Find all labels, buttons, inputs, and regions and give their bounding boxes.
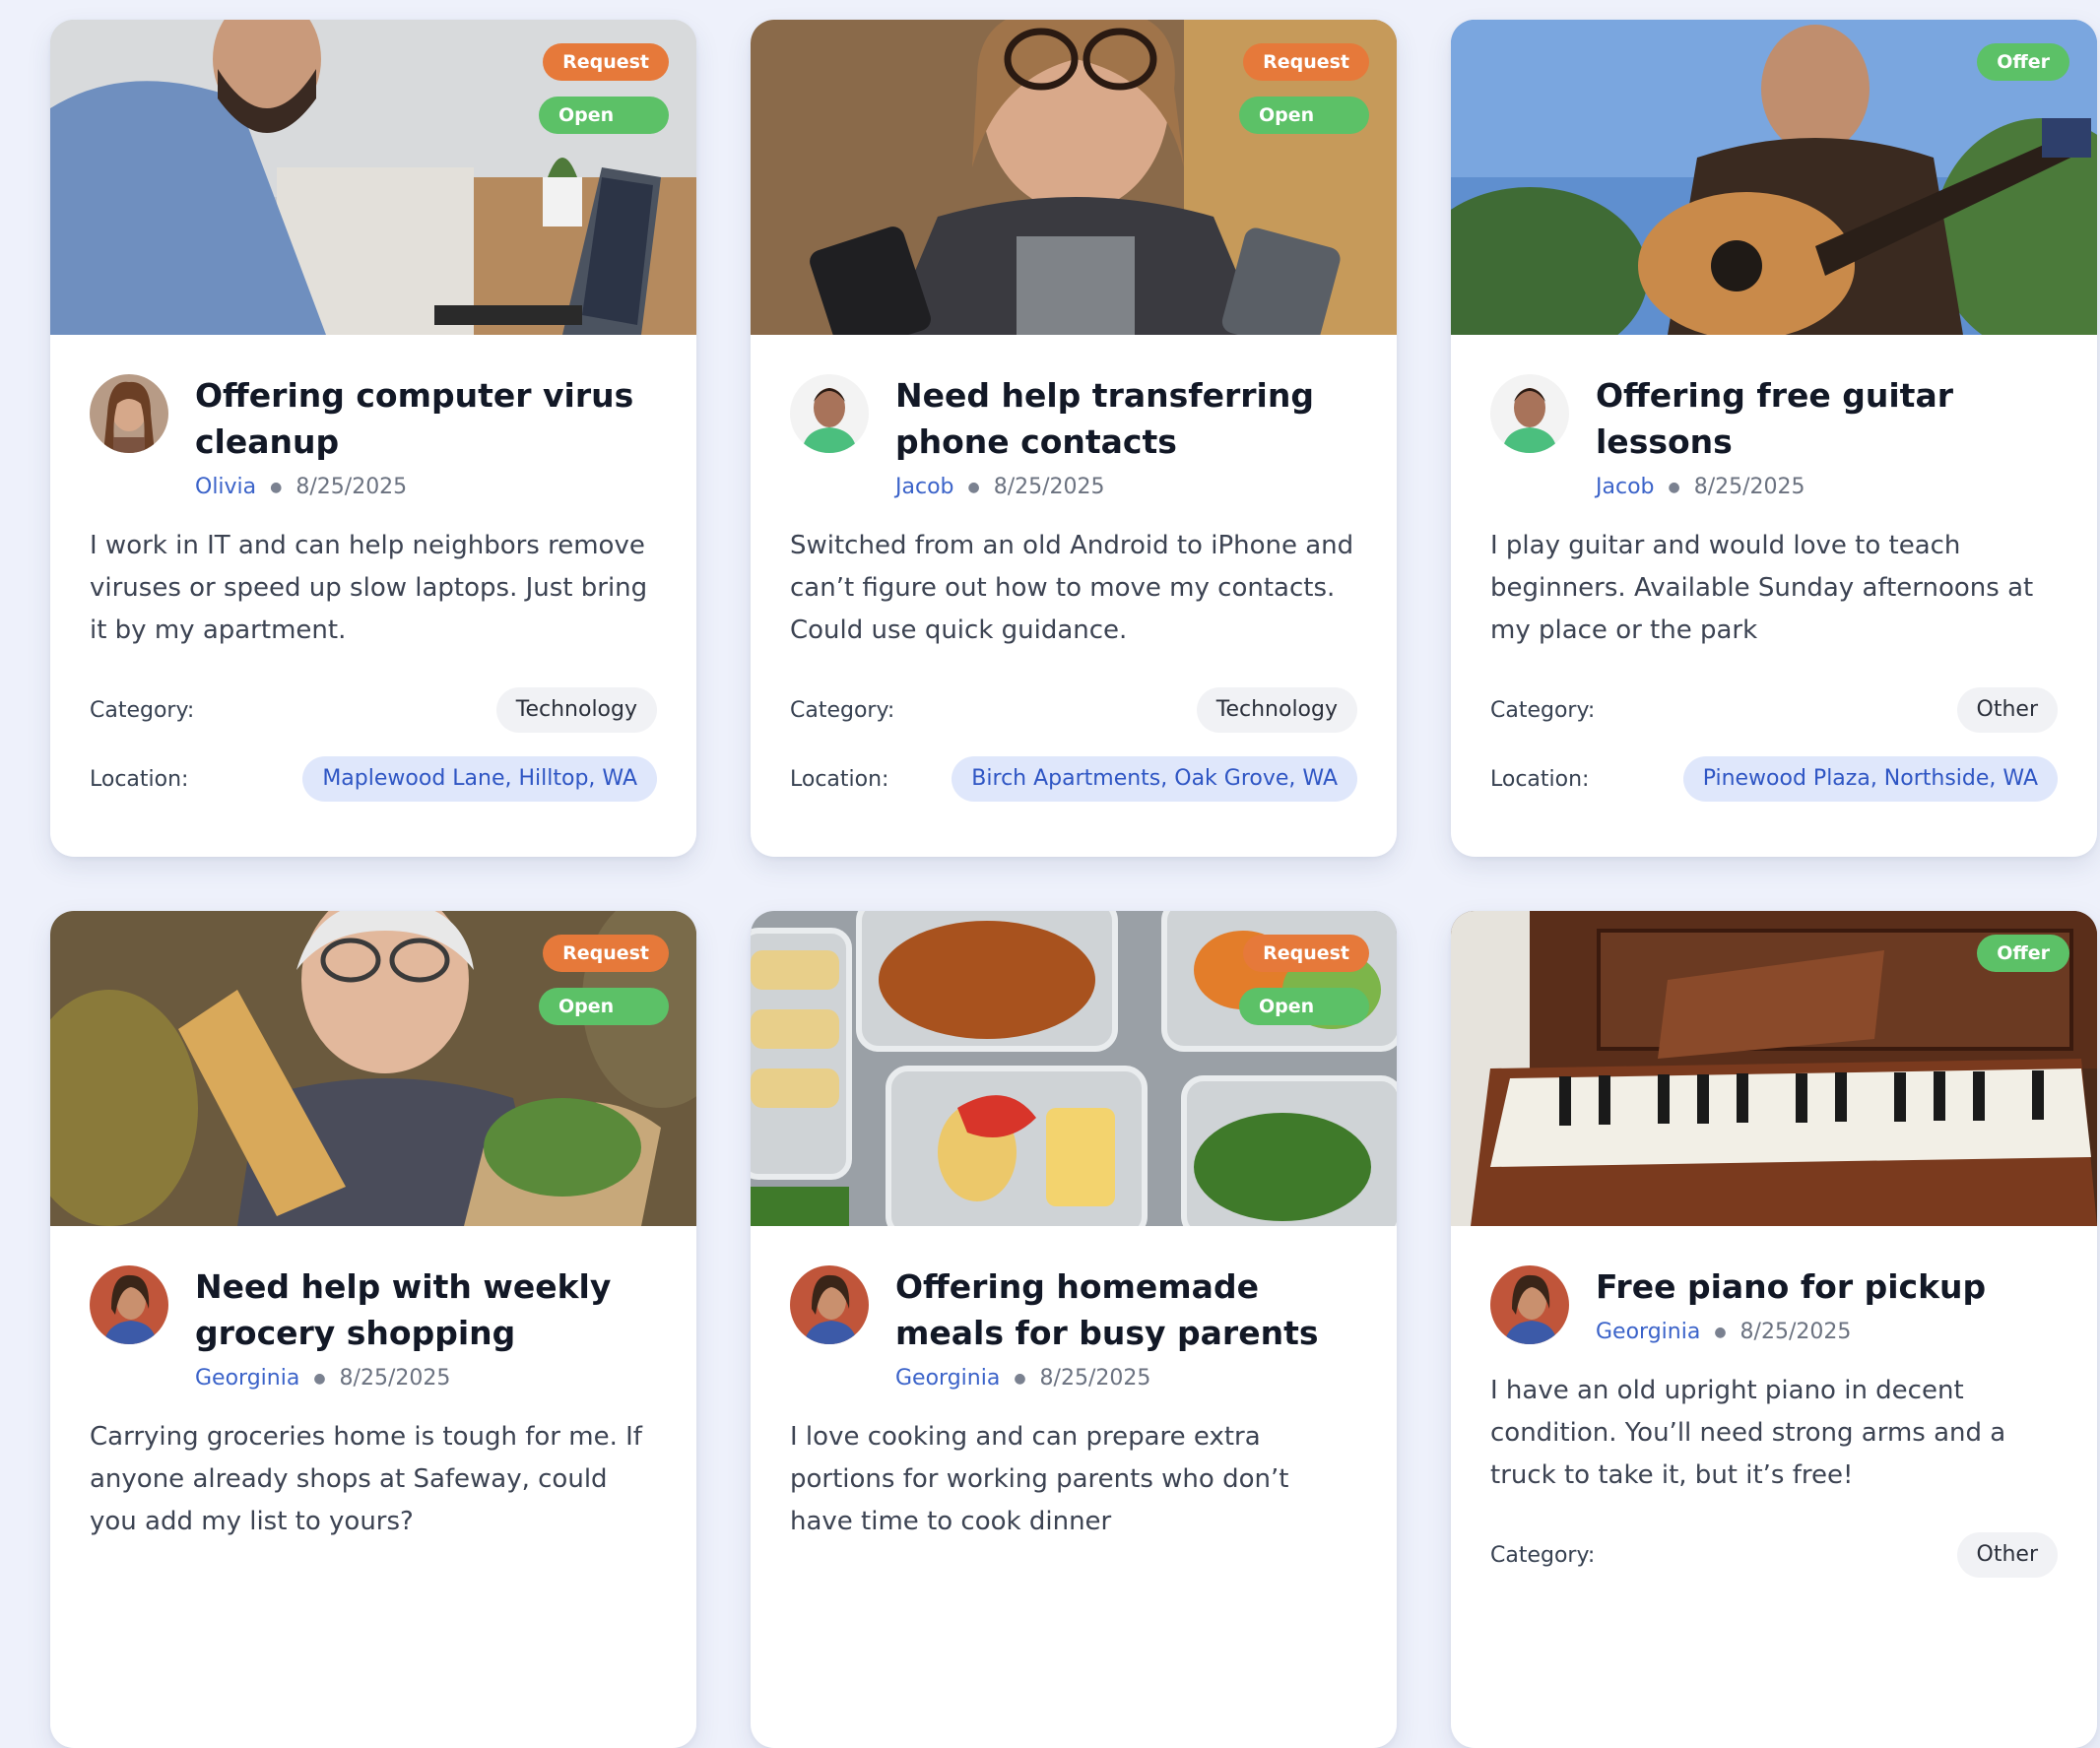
avatar <box>1490 374 1569 453</box>
author-link[interactable]: Georginia <box>895 1366 1000 1391</box>
post-date: 8/25/2025 <box>339 1366 451 1391</box>
category-row: Category: Other <box>1490 1532 2058 1578</box>
request-badge: Request <box>1243 43 1369 81</box>
status-badge: Open <box>539 988 669 1025</box>
separator-dot: ● <box>1668 479 1680 495</box>
author-link[interactable]: Jacob <box>1596 475 1655 499</box>
offer-badge: Offer <box>1977 935 2069 972</box>
location-row: Location: Maplewood Lane, Hilltop, WA <box>90 756 657 802</box>
category-chip: Technology <box>495 687 657 733</box>
listing-title[interactable]: Need help transferring phone contacts <box>895 372 1357 465</box>
listing-photo: Request Open <box>751 911 1397 1226</box>
listing-description: I have an old upright piano in decent co… <box>1490 1376 2006 1490</box>
listing-photo: Request Open <box>50 20 696 335</box>
location-chip[interactable]: Maplewood Lane, Hilltop, WA <box>302 756 657 802</box>
listing-title[interactable]: Offering free guitar lessons <box>1596 372 2058 465</box>
post-date: 8/25/2025 <box>1693 475 1805 499</box>
listing-description: Switched from an old Android to iPhone a… <box>790 531 1354 645</box>
category-chip: Other <box>1956 687 2058 733</box>
author-link[interactable]: Georginia <box>1596 1320 1700 1344</box>
listing-photo: Offer <box>1451 911 2097 1226</box>
category-row: Category: Other <box>1490 687 2058 733</box>
location-chip[interactable]: Birch Apartments, Oak Grove, WA <box>952 756 1357 802</box>
post-date: 8/25/2025 <box>1739 1320 1852 1344</box>
listing-card[interactable]: Request Open Offering computer virus cle… <box>50 20 696 857</box>
category-row: Category: Technology <box>790 687 1357 733</box>
status-badge: Open <box>1239 97 1369 134</box>
separator-dot: ● <box>1714 1324 1727 1340</box>
separator-dot: ● <box>967 479 980 495</box>
location-chip[interactable]: Pinewood Plaza, Northside, WA <box>1682 756 2058 802</box>
category-label: Category: <box>1490 697 1596 723</box>
category-label: Category: <box>790 697 895 723</box>
listing-card[interactable]: Request Open Offering homemade meals for… <box>751 911 1397 1748</box>
location-row: Location: Pinewood Plaza, Northside, WA <box>1490 756 2058 802</box>
listing-description: I play guitar and would love to teach be… <box>1490 531 2034 645</box>
avatar <box>90 374 168 453</box>
category-label: Category: <box>90 697 195 723</box>
location-label: Location: <box>90 766 189 792</box>
avatar <box>790 1265 869 1344</box>
separator-dot: ● <box>1014 1370 1026 1387</box>
listing-description: I work in IT and can help neighbors remo… <box>90 531 648 645</box>
listing-photo: Request Open <box>50 911 696 1226</box>
status-badge: Open <box>539 97 669 134</box>
listing-photo: Request Open <box>751 20 1397 335</box>
listing-description: I love cooking and can prepare extra por… <box>790 1422 1289 1536</box>
author-link[interactable]: Georginia <box>195 1366 299 1391</box>
location-label: Location: <box>1490 766 1590 792</box>
status-badge: Open <box>1239 988 1369 1025</box>
listing-title[interactable]: Offering computer virus cleanup <box>195 372 657 465</box>
listing-description: Carrying groceries home is tough for me.… <box>90 1422 642 1536</box>
separator-dot: ● <box>270 479 283 495</box>
request-badge: Request <box>1243 935 1369 972</box>
listing-card[interactable]: Request Open Need help transferring phon… <box>751 20 1397 857</box>
listing-meta: Georginia ● 8/25/2025 <box>195 1366 657 1391</box>
listing-card[interactable]: Offer Offering free guitar lessons Jacob… <box>1451 20 2097 857</box>
author-link[interactable]: Olivia <box>195 475 256 499</box>
post-date: 8/25/2025 <box>993 475 1105 499</box>
category-chip: Other <box>1956 1532 2058 1578</box>
listing-card[interactable]: Request Open Need help with weekly groce… <box>50 911 696 1748</box>
listings-grid: Request Open Offering computer virus cle… <box>50 20 2097 1748</box>
category-row: Category: Technology <box>90 687 657 733</box>
category-label: Category: <box>1490 1542 1596 1568</box>
listing-meta: Georginia ● 8/25/2025 <box>1596 1320 2058 1344</box>
listing-title[interactable]: Free piano for pickup <box>1596 1263 2058 1310</box>
location-row: Location: Birch Apartments, Oak Grove, W… <box>790 756 1357 802</box>
listing-photo: Offer <box>1451 20 2097 335</box>
post-date: 8/25/2025 <box>295 475 408 499</box>
avatar <box>790 374 869 453</box>
author-link[interactable]: Jacob <box>895 475 954 499</box>
request-badge: Request <box>543 43 669 81</box>
request-badge: Request <box>543 935 669 972</box>
separator-dot: ● <box>313 1370 326 1387</box>
post-date: 8/25/2025 <box>1039 1366 1151 1391</box>
listing-card[interactable]: Offer Free piano for pickup Georginia ● … <box>1451 911 2097 1748</box>
location-label: Location: <box>790 766 889 792</box>
avatar <box>90 1265 168 1344</box>
offer-badge: Offer <box>1977 43 2069 81</box>
category-chip: Technology <box>1196 687 1357 733</box>
listing-meta: Olivia ● 8/25/2025 <box>195 475 657 499</box>
listing-meta: Georginia ● 8/25/2025 <box>895 1366 1357 1391</box>
avatar <box>1490 1265 1569 1344</box>
listing-meta: Jacob ● 8/25/2025 <box>895 475 1357 499</box>
listing-title[interactable]: Need help with weekly grocery shopping <box>195 1263 657 1356</box>
listing-title[interactable]: Offering homemade meals for busy parents <box>895 1263 1357 1356</box>
listing-meta: Jacob ● 8/25/2025 <box>1596 475 2058 499</box>
